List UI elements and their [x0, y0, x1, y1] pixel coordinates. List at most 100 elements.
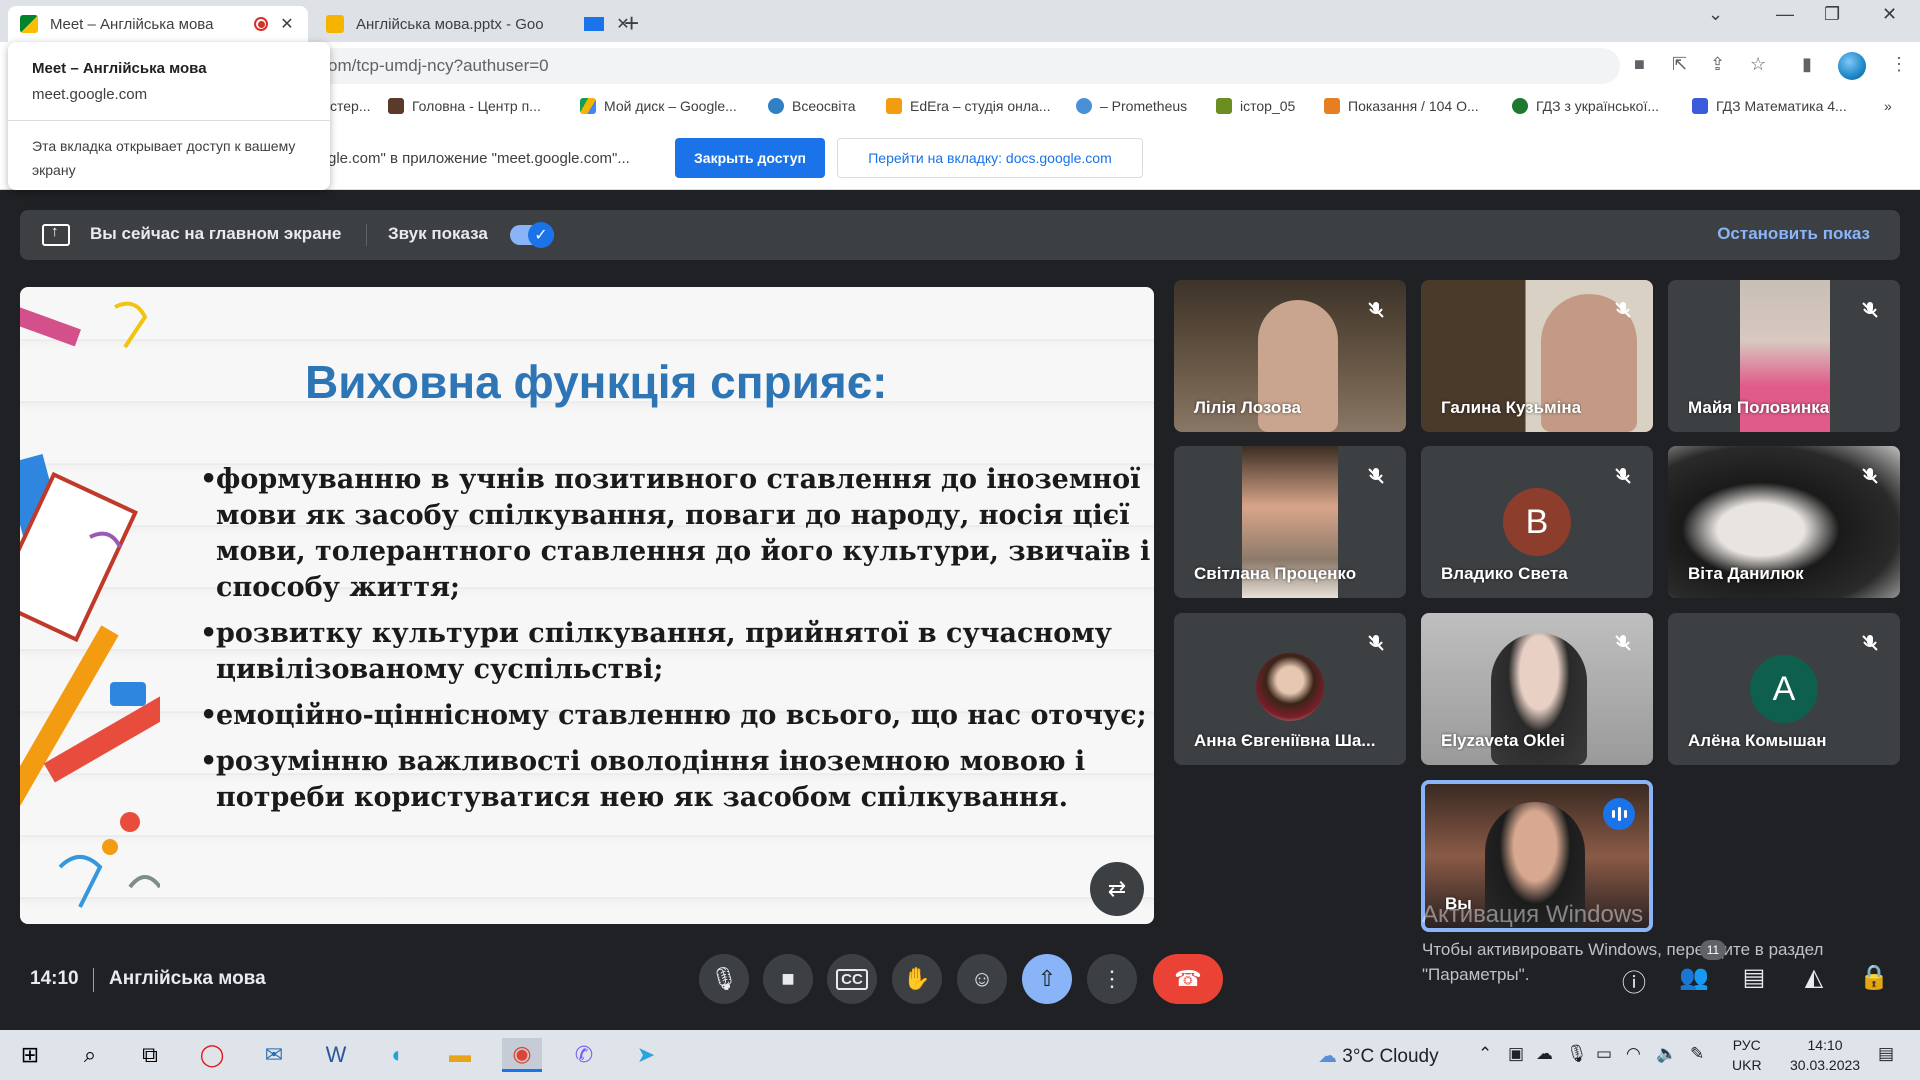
minimize-button[interactable]: —: [1776, 4, 1794, 25]
participant-tile[interactable]: Галина Кузьміна: [1421, 280, 1653, 432]
cloud-icon: ☁: [1318, 1046, 1343, 1067]
activities-icon[interactable]: ◭: [1797, 963, 1831, 992]
divider: [8, 120, 330, 121]
participant-tile[interactable]: А Алёна Комышан: [1668, 613, 1900, 765]
meet-tray-icon[interactable]: ▣: [1508, 1044, 1524, 1064]
side-panel-icon[interactable]: ▮: [1802, 54, 1812, 75]
more-options-button[interactable]: ⋮: [1087, 954, 1137, 1004]
close-icon[interactable]: ✕: [278, 14, 296, 34]
url-text[interactable]: om/tcp-umdj-ncy?authuser=0: [328, 56, 549, 76]
chrome-icon[interactable]: ◉: [502, 1038, 542, 1072]
bookmark-item[interactable]: Головна - Центр п...: [388, 98, 541, 114]
opera-icon[interactable]: ◯: [192, 1038, 232, 1072]
system-clock[interactable]: 14:10 30.03.2023: [1790, 1035, 1860, 1075]
close-window-button[interactable]: ✕: [1882, 4, 1897, 25]
maximize-button[interactable]: ❐: [1824, 4, 1840, 25]
edge-icon[interactable]: ◐: [378, 1038, 418, 1072]
bookmark-star-icon[interactable]: ☆: [1750, 54, 1766, 75]
sharing-icon: [584, 17, 604, 31]
bookmarks-more-label: »: [1884, 98, 1892, 114]
menu-icon[interactable]: ⋮: [1890, 54, 1908, 75]
switch-tab-button[interactable]: Перейти на вкладку: docs.google.com: [837, 138, 1143, 178]
new-tab-button[interactable]: +: [624, 8, 639, 39]
mail-icon[interactable]: ✉: [254, 1038, 294, 1072]
windows-activation-title: Активация Windows: [1422, 901, 1644, 928]
people-icon[interactable]: 👥: [1677, 963, 1711, 992]
weather-widget[interactable]: ☁ 3°C Cloudy: [1318, 1045, 1439, 1068]
notifications-icon[interactable]: ▤: [1878, 1044, 1894, 1064]
bookmark-item[interactable]: стер...: [330, 98, 371, 114]
participant-tile[interactable]: Світлана Проценко: [1174, 446, 1406, 598]
bookmarks-more-button[interactable]: »: [1884, 98, 1892, 114]
hover-card-domain: meet.google.com: [32, 86, 148, 103]
viber-icon[interactable]: ✆: [564, 1038, 604, 1072]
cloud-icon[interactable]: ☁: [1536, 1044, 1553, 1064]
pen-icon[interactable]: ✎: [1690, 1044, 1704, 1064]
word-icon[interactable]: W: [316, 1038, 356, 1072]
camera-icon[interactable]: ■: [1634, 54, 1645, 75]
bookmark-item[interactable]: EdEra – студія онла...: [886, 98, 1050, 114]
captions-button[interactable]: CC: [827, 954, 877, 1004]
bookmark-label: Мой диск – Google...: [604, 98, 737, 114]
bookmark-item[interactable]: Всеосвіта: [768, 98, 856, 114]
language-bottom: UKR: [1732, 1057, 1762, 1073]
participant-tile[interactable]: Анна Євгеніївна Ша...: [1174, 613, 1406, 765]
reactions-button[interactable]: ☺: [957, 954, 1007, 1004]
camera-button[interactable]: ■: [763, 954, 813, 1004]
present-button[interactable]: ⇧: [1022, 954, 1072, 1004]
slide-bullet: розумінню важливості оволодіння іноземно…: [200, 744, 1154, 816]
file-explorer-icon[interactable]: ▬: [440, 1038, 480, 1072]
volume-icon[interactable]: 🔈: [1656, 1044, 1677, 1064]
bookmark-item[interactable]: істор_05: [1216, 98, 1295, 114]
open-in-icon[interactable]: ⇱: [1672, 54, 1687, 75]
bookmark-item[interactable]: ГДЗ з української...: [1512, 98, 1659, 114]
stop-presenting-button[interactable]: Остановить показ: [1717, 224, 1870, 244]
share-icon[interactable]: ⇄: [1090, 862, 1144, 916]
bookmark-label: Всеосвіта: [792, 98, 856, 114]
participant-tile[interactable]: В Владико Света: [1421, 446, 1653, 598]
bookmark-item[interactable]: Мой диск – Google...: [580, 98, 737, 114]
bookmark-item[interactable]: ГДЗ Математика 4...: [1692, 98, 1847, 114]
task-view-icon[interactable]: ⧉: [130, 1038, 170, 1072]
stop-access-button[interactable]: Закрыть доступ: [675, 138, 825, 178]
participant-name: Лілія Лозова: [1194, 398, 1301, 417]
microphone-button[interactable]: 🎙: [699, 954, 749, 1004]
battery-icon[interactable]: ▭: [1596, 1044, 1612, 1064]
hover-card-note: Эта вкладка открывает доступ к вашему эк…: [32, 138, 296, 178]
wifi-icon[interactable]: ◠: [1626, 1044, 1641, 1064]
emoji-icon: ☺: [970, 966, 994, 991]
bookmark-label: стер...: [330, 98, 371, 114]
profile-avatar[interactable]: [1838, 52, 1866, 80]
microphone-tray-icon[interactable]: 🎙: [1566, 1044, 1588, 1064]
tab-slides[interactable]: Англійська мова.pptx - Goo ✕: [314, 6, 644, 42]
participant-tile[interactable]: Майя Половинка: [1668, 280, 1900, 432]
meeting-details-icon[interactable]: ⓘ: [1617, 963, 1651, 998]
participant-tile[interactable]: Віта Данилюк: [1668, 446, 1900, 598]
bookmark-item[interactable]: – Prometheus: [1076, 98, 1187, 114]
language-top: РУС: [1732, 1037, 1761, 1053]
tab-meet[interactable]: Meet – Англійська мова ✕: [8, 6, 308, 42]
participant-tile[interactable]: Лілія Лозова: [1174, 280, 1406, 432]
windows-start-icon[interactable]: ⊞: [10, 1038, 50, 1072]
participant-tile[interactable]: Elyzaveta Oklei: [1421, 613, 1653, 765]
show-hidden-icons[interactable]: ⌃: [1478, 1044, 1492, 1064]
search-icon[interactable]: ⌕: [70, 1038, 110, 1072]
participant-name: Анна Євгеніївна Ша...: [1194, 731, 1376, 750]
input-language[interactable]: РУС UKR: [1732, 1035, 1762, 1075]
mic-off-icon: [1615, 468, 1631, 484]
share-audio-toggle[interactable]: ✓: [510, 222, 554, 248]
bookmark-item[interactable]: Показання / 104 О...: [1324, 98, 1479, 114]
meeting-title: Англійська мова: [109, 968, 266, 989]
tab-slides-title: Англійська мова.pptx - Goo: [356, 15, 544, 33]
share-icon[interactable]: ⇪: [1710, 54, 1725, 75]
raise-hand-button[interactable]: ✋: [892, 954, 942, 1004]
presenting-bar: Вы сейчас на главном экране Звук показа …: [20, 210, 1900, 260]
shield-icon: [1692, 98, 1708, 114]
host-controls-icon[interactable]: 🔒: [1857, 963, 1891, 992]
telegram-icon[interactable]: ➤: [626, 1038, 666, 1072]
tab-search-icon[interactable]: ⌄: [1708, 4, 1723, 25]
chat-icon[interactable]: ▤: [1737, 963, 1771, 992]
leave-call-button[interactable]: ☎: [1153, 954, 1223, 1004]
recording-icon: [254, 17, 268, 31]
captions-icon: CC: [836, 968, 868, 990]
